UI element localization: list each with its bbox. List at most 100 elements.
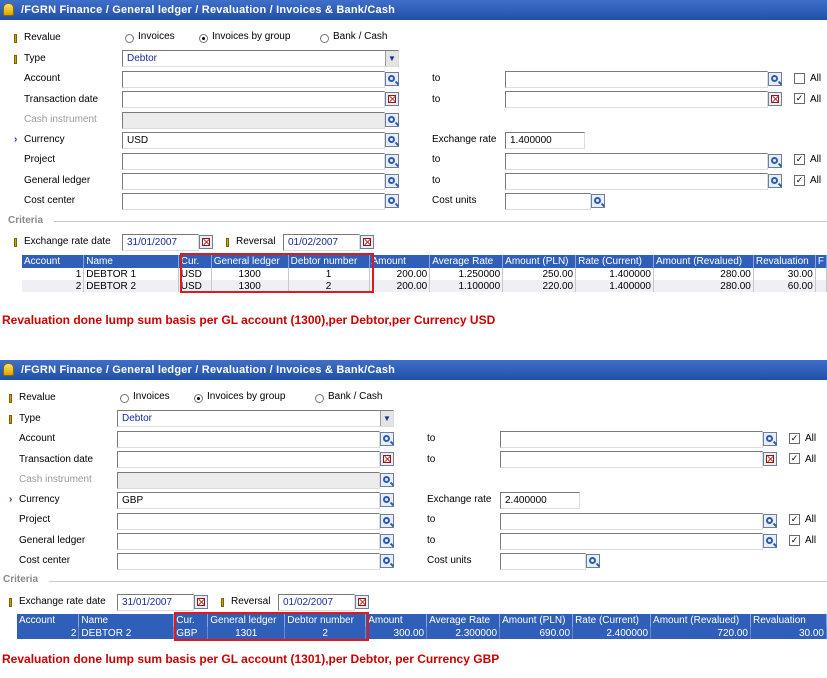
project-to-lookup-button[interactable]: [768, 154, 782, 168]
transaction-date-to-calendar-button[interactable]: [763, 452, 777, 466]
radio-bank-cash[interactable]: [315, 394, 324, 403]
table-row[interactable]: 1 DEBTOR 1 USD 1300 1 200.00 1.250000 250.00 1.4…: [22, 268, 827, 280]
exchange-rate-input[interactable]: 2.400000: [500, 492, 580, 509]
calendar-icon: [388, 95, 396, 103]
account-from-lookup-button[interactable]: [385, 72, 399, 86]
column-header[interactable]: Name: [78, 614, 175, 627]
reversal-date-calendar-button[interactable]: [360, 235, 374, 249]
currency-lookup-button[interactable]: [380, 493, 394, 507]
column-header[interactable]: Amount (PLN): [499, 614, 574, 627]
chevron-down-icon[interactable]: ▼: [385, 51, 398, 66]
radio-invoices-by-group[interactable]: [199, 34, 208, 43]
project-from-input[interactable]: [122, 153, 385, 170]
chevron-down-icon[interactable]: ▼: [380, 411, 393, 426]
project-from-lookup-button[interactable]: [380, 514, 394, 528]
currency-input[interactable]: USD: [122, 132, 385, 149]
project-from-input[interactable]: [117, 513, 380, 530]
cost-units-input[interactable]: [500, 553, 586, 570]
account-from-input[interactable]: [117, 431, 380, 448]
cost-center-lookup-button[interactable]: [385, 194, 399, 208]
account-from-lookup-button[interactable]: [380, 432, 394, 446]
transaction-date-from-calendar-button[interactable]: [385, 92, 399, 106]
radio-invoices[interactable]: [125, 34, 134, 43]
revaluation-results-table: Account Name Cur. General ledger Debtor numb…: [22, 255, 827, 292]
account-to-input[interactable]: [500, 431, 763, 448]
column-header[interactable]: Account: [22, 255, 85, 268]
cash-instrument-input: [117, 472, 380, 489]
account-to-input[interactable]: [505, 71, 768, 88]
project-to-input[interactable]: [500, 513, 763, 530]
transaction-date-all-checkbox[interactable]: ✓: [789, 453, 800, 464]
column-header[interactable]: Rate (Current): [575, 255, 654, 268]
exchange-rate-input[interactable]: 1.400000: [505, 132, 585, 149]
to-label: to: [432, 175, 441, 186]
account-to-lookup-button[interactable]: [768, 72, 782, 86]
project-from-lookup-button[interactable]: [385, 154, 399, 168]
type-select[interactable]: Debtor ▼: [122, 50, 399, 67]
column-header[interactable]: Average Rate: [426, 614, 501, 627]
column-header[interactable]: Amount (PLN): [502, 255, 577, 268]
transaction-date-to-input[interactable]: [500, 451, 763, 468]
transaction-date-from-input[interactable]: [117, 451, 380, 468]
reversal-date-input[interactable]: 01/02/2007: [278, 594, 355, 611]
column-header[interactable]: Account: [17, 614, 80, 627]
transaction-date-all-checkbox[interactable]: ✓: [794, 93, 805, 104]
radio-invoices-by-group[interactable]: [194, 394, 203, 403]
exchange-rate-date-calendar-button[interactable]: [194, 595, 208, 609]
column-header[interactable]: Revaluation: [750, 614, 827, 627]
table-cell: 280.00: [653, 280, 754, 292]
currency-input[interactable]: GBP: [117, 492, 380, 509]
cost-center-input[interactable]: [117, 553, 380, 570]
general-ledger-from-lookup-button[interactable]: [385, 174, 399, 188]
cost-units-lookup-button[interactable]: [591, 194, 605, 208]
project-all-checkbox[interactable]: ✓: [789, 514, 800, 525]
general-ledger-from-input[interactable]: [117, 533, 380, 550]
transaction-date-to-calendar-button[interactable]: [768, 92, 782, 106]
general-ledger-all-checkbox[interactable]: ✓: [789, 535, 800, 546]
cost-units-input[interactable]: [505, 193, 591, 210]
column-header[interactable]: Amount (Revalued): [653, 255, 754, 268]
currency-lookup-button[interactable]: [385, 133, 399, 147]
account-all-checkbox[interactable]: ✓: [789, 433, 800, 444]
reversal-date-input[interactable]: 01/02/2007: [283, 234, 360, 251]
radio-invoices[interactable]: [120, 394, 129, 403]
radio-invoices-by-group-label: Invoices by group: [207, 391, 286, 402]
exchange-rate-date-input[interactable]: 31/01/2007: [122, 234, 199, 251]
table-row[interactable]: 2 DEBTOR 2 USD 1300 2 200.00 1.100000 220.00 1.4…: [22, 280, 827, 292]
project-all-checkbox[interactable]: ✓: [794, 154, 805, 165]
cost-units-lookup-button[interactable]: [586, 554, 600, 568]
general-ledger-all-checkbox[interactable]: ✓: [794, 175, 805, 186]
general-ledger-from-input[interactable]: [122, 173, 385, 190]
cost-center-lookup-button[interactable]: [380, 554, 394, 568]
project-to-lookup-button[interactable]: [763, 514, 777, 528]
cost-center-input[interactable]: [122, 193, 385, 210]
transaction-date-from-calendar-button[interactable]: [380, 452, 394, 466]
general-ledger-to-input[interactable]: [500, 533, 763, 550]
table-row[interactable]: 2 DEBTOR 2 GBP 1301 2 300.00 2.300000 690.00 2.4…: [17, 627, 827, 639]
account-to-lookup-button[interactable]: [763, 432, 777, 446]
column-header[interactable]: Amount: [365, 614, 428, 627]
radio-bank-cash[interactable]: [320, 34, 329, 43]
type-select[interactable]: Debtor ▼: [117, 410, 394, 427]
column-header[interactable]: Rate (Current): [572, 614, 652, 627]
general-ledger-to-lookup-button[interactable]: [768, 174, 782, 188]
transaction-date-from-input[interactable]: [122, 91, 385, 108]
column-header[interactable]: F: [815, 255, 827, 268]
caption-usd: Revaluation done lump sum basis per GL a…: [2, 313, 496, 327]
general-ledger-to-input[interactable]: [505, 173, 768, 190]
general-ledger-from-lookup-button[interactable]: [380, 534, 394, 548]
exchange-rate-date-label: Exchange rate date: [24, 236, 111, 247]
project-to-input[interactable]: [505, 153, 768, 170]
transaction-date-to-input[interactable]: [505, 91, 768, 108]
general-ledger-to-lookup-button[interactable]: [763, 534, 777, 548]
column-header[interactable]: Name: [83, 255, 179, 268]
reversal-date-calendar-button[interactable]: [355, 595, 369, 609]
column-header[interactable]: Amount (Revalued): [650, 614, 751, 627]
exchange-rate-date-input[interactable]: 31/01/2007: [117, 594, 194, 611]
column-header[interactable]: Revaluation: [753, 255, 816, 268]
column-header[interactable]: Amount: [369, 255, 431, 268]
account-all-checkbox[interactable]: [794, 73, 805, 84]
exchange-rate-date-calendar-button[interactable]: [199, 235, 213, 249]
account-from-input[interactable]: [122, 71, 385, 88]
column-header[interactable]: Average Rate: [429, 255, 504, 268]
